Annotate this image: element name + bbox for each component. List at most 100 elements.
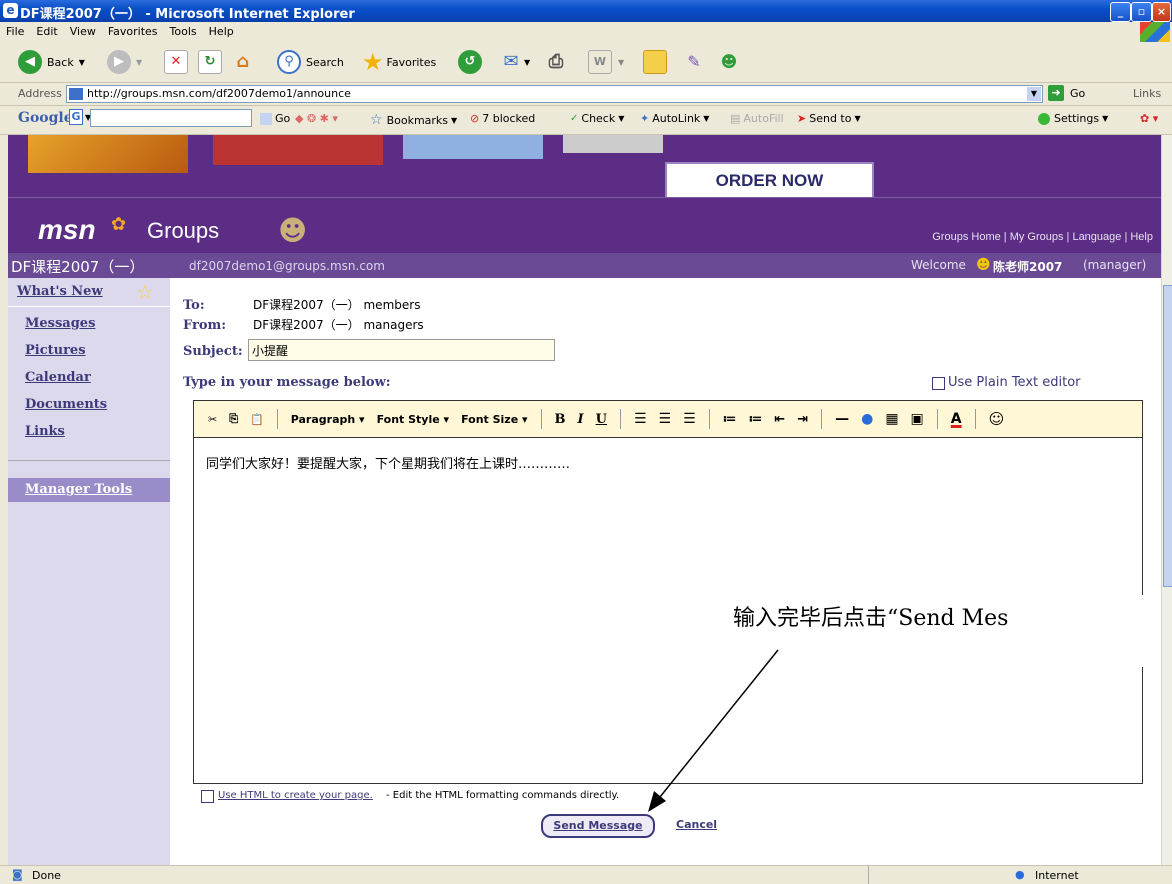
star-icon: ★ [362,48,384,76]
edit-button[interactable]: W ▼ [588,48,624,76]
autofill-button[interactable]: ▤ AutoFill [730,112,784,125]
refresh-icon: ↻ [198,50,222,74]
page-icon [69,88,83,100]
scrollbar-thumb[interactable] [1163,285,1172,587]
chevron-down-icon: ▼ [136,57,143,67]
folder-icon [643,50,667,74]
minimize-button[interactable]: _ [1110,2,1131,22]
bookmarks-button[interactable]: ☆ Bookmarks ▼ [370,112,457,128]
favorites-button[interactable]: ★ Favorites [362,48,436,76]
back-arrow-icon: ◀ [18,50,42,74]
forward-arrow-icon: ▶ [107,50,131,74]
settings-icon [1038,112,1050,125]
spellcheck-icon: ✓ [570,113,579,124]
use-html-checkbox[interactable] [201,790,214,803]
links-button[interactable]: Links [1133,87,1161,100]
print-button[interactable]: ⎙ [545,48,567,76]
bookmarks-label: Bookmarks [386,113,449,127]
home-icon: ⌂ [236,51,250,72]
address-label: Address [18,87,62,100]
chevron-down-icon: ▼ [451,115,458,125]
menu-tools[interactable]: Tools [164,22,203,38]
globe-icon: ● [1015,868,1025,881]
word-icon: W [588,50,612,74]
translate-icon[interactable]: ✿ ▾ [1140,112,1158,125]
autolink-icon: ✦ [640,112,650,125]
menu-favorites[interactable]: Favorites [102,22,164,38]
google-search-input[interactable] [90,109,252,127]
blocked-label: 7 blocked [482,112,536,125]
address-input[interactable]: http://groups.msn.com/df2007demo1/announ… [66,85,1043,103]
sendto-label: Send to [809,112,852,125]
mail-button[interactable]: ✉ ▼ [500,48,530,76]
google-go-button[interactable]: Go [260,112,290,125]
search-button[interactable]: ⚲ Search [277,48,344,76]
maximize-button[interactable]: ▫ [1131,2,1152,22]
zone-label: Internet [1035,869,1079,882]
settings-label: Settings [1054,112,1100,125]
refresh-button[interactable]: ↻ [198,48,222,76]
settings-button[interactable]: Settings ▼ [1038,112,1108,125]
star-outline-icon: ☆ [370,112,383,128]
menu-file[interactable]: File [0,22,30,38]
web-page: ORDER NOW msn ✿ Groups ☻ Groups Home | M… [8,135,1161,865]
back-button[interactable]: ◀ Back ▼ [18,48,85,76]
autolink-label: AutoLink [652,112,701,125]
chevron-down-icon [260,112,272,125]
windows-logo-icon [1140,22,1170,42]
google-g-icon: G [69,109,83,125]
chevron-down-icon: ▼ [78,57,85,67]
home-button[interactable]: ⌂ [232,48,254,76]
popup-blocked-button[interactable]: ⊘ 7 blocked [470,112,535,125]
use-html-note: - Edit the HTML formatting commands dire… [386,790,620,801]
menu-view[interactable]: View [64,22,102,38]
google-menu-button[interactable]: G ▼ [69,109,91,125]
google-news-icon[interactable]: ◆ ❂ ✱ ▾ [295,112,338,125]
spellcheck-button[interactable]: ✓ Check ▼ [570,112,624,125]
go-button[interactable]: Go [1070,87,1085,100]
status-text: Done [32,869,61,882]
ie-app-icon: e [3,3,18,18]
send-message-button[interactable]: Send Message [541,814,655,838]
print-icon: ⎙ [548,51,564,72]
go-arrow-icon[interactable]: ➜ [1048,85,1064,101]
autolink-button[interactable]: ✦ AutoLink ▼ [640,112,709,125]
autofill-icon: ▤ [730,112,741,125]
chevron-down-icon: ▼ [618,114,625,123]
research-button[interactable]: ✎ [683,48,705,76]
stop-button[interactable]: ✕ [164,48,188,76]
favorites-label: Favorites [386,55,437,69]
use-html-link[interactable]: Use HTML to create your page. [218,790,373,801]
back-label: Back [47,55,74,69]
divider [868,866,869,884]
history-icon: ↺ [458,50,482,74]
mail-icon: ✉ [503,51,519,72]
chevron-down-icon[interactable]: ▼ [1027,87,1041,101]
chevron-down-icon: ▼ [1102,114,1109,123]
history-button[interactable]: ↺ [458,48,482,76]
research-icon: ✎ [687,52,701,71]
annotation-arrow [648,649,779,812]
search-label: Search [306,55,344,69]
address-url: http://groups.msn.com/df2007demo1/announ… [87,87,351,100]
messenger-icon: ☻ [720,52,738,71]
menu-help[interactable]: Help [203,22,240,38]
messenger-button[interactable]: ☻ [718,48,740,76]
sendto-button[interactable]: ➤ Send to ▼ [797,112,861,125]
chevron-down-icon: ▼ [703,114,710,123]
chevron-down-icon: ▼ [618,57,625,67]
page-done-icon: ◙ [12,868,23,881]
folder-button[interactable] [643,48,667,76]
close-button[interactable]: × [1152,2,1171,22]
forward-button[interactable]: ▶ ▼ [107,48,142,76]
autofill-label: AutoFill [743,112,784,125]
vertical-scrollbar[interactable] [1161,135,1172,865]
google-toolbar: Google G ▼ Go ◆ ❂ ✱ ▾ ☆ Bookmarks ▼ ⊘ 7 bloc… [0,106,1172,135]
check-label: Check [581,112,616,125]
address-bar: Address http://groups.msn.com/df2007demo… [0,83,1172,106]
stop-icon: ✕ [164,50,188,74]
menu-edit[interactable]: Edit [30,22,63,38]
status-bar: ◙ Done ● Internet [0,865,1172,884]
sendto-icon: ➤ [797,112,807,125]
cancel-link[interactable]: Cancel [676,818,717,831]
